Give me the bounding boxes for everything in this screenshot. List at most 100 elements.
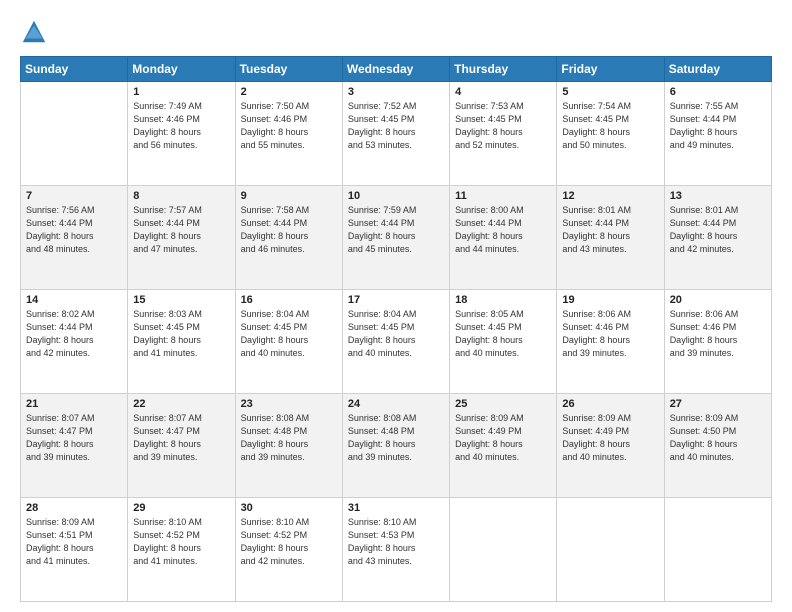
cell-line: and 39 minutes. bbox=[133, 451, 229, 464]
cell-line: and 43 minutes. bbox=[562, 243, 658, 256]
cell-line: Sunrise: 8:08 AM bbox=[241, 412, 337, 425]
week-row-1: 7Sunrise: 7:56 AMSunset: 4:44 PMDaylight… bbox=[21, 186, 772, 290]
cell-line: Sunset: 4:46 PM bbox=[133, 113, 229, 126]
cell-line: and 40 minutes. bbox=[455, 451, 551, 464]
day-number: 26 bbox=[562, 398, 658, 410]
day-number: 9 bbox=[241, 190, 337, 202]
day-cell: 9Sunrise: 7:58 AMSunset: 4:44 PMDaylight… bbox=[235, 186, 342, 290]
cell-line: Daylight: 8 hours bbox=[455, 334, 551, 347]
day-cell bbox=[557, 498, 664, 602]
day-cell: 26Sunrise: 8:09 AMSunset: 4:49 PMDayligh… bbox=[557, 394, 664, 498]
cell-line: Sunrise: 8:06 AM bbox=[670, 308, 766, 321]
cell-line: Sunrise: 8:09 AM bbox=[670, 412, 766, 425]
cell-line: and 40 minutes. bbox=[348, 347, 444, 360]
cell-line: and 56 minutes. bbox=[133, 139, 229, 152]
cell-line: Daylight: 8 hours bbox=[133, 334, 229, 347]
cell-line: Daylight: 8 hours bbox=[562, 334, 658, 347]
page: SundayMondayTuesdayWednesdayThursdayFrid… bbox=[0, 0, 792, 612]
cell-line: Sunrise: 8:05 AM bbox=[455, 308, 551, 321]
cell-line: Daylight: 8 hours bbox=[133, 438, 229, 451]
day-cell: 3Sunrise: 7:52 AMSunset: 4:45 PMDaylight… bbox=[342, 82, 449, 186]
weekday-header-row: SundayMondayTuesdayWednesdayThursdayFrid… bbox=[21, 57, 772, 82]
day-cell: 11Sunrise: 8:00 AMSunset: 4:44 PMDayligh… bbox=[450, 186, 557, 290]
cell-line: and 41 minutes. bbox=[133, 347, 229, 360]
cell-line: and 55 minutes. bbox=[241, 139, 337, 152]
cell-line: Sunrise: 8:00 AM bbox=[455, 204, 551, 217]
cell-line: and 39 minutes. bbox=[562, 347, 658, 360]
cell-line: and 49 minutes. bbox=[670, 139, 766, 152]
cell-line: Sunrise: 7:58 AM bbox=[241, 204, 337, 217]
cell-line: Sunset: 4:44 PM bbox=[455, 217, 551, 230]
day-number: 15 bbox=[133, 294, 229, 306]
day-number: 6 bbox=[670, 86, 766, 98]
cell-line: and 53 minutes. bbox=[348, 139, 444, 152]
cell-line: Daylight: 8 hours bbox=[348, 230, 444, 243]
cell-line: Sunset: 4:44 PM bbox=[26, 321, 122, 334]
day-number: 2 bbox=[241, 86, 337, 98]
day-cell: 20Sunrise: 8:06 AMSunset: 4:46 PMDayligh… bbox=[664, 290, 771, 394]
cell-line: Daylight: 8 hours bbox=[133, 126, 229, 139]
cell-line: Sunrise: 8:01 AM bbox=[562, 204, 658, 217]
cell-line: Sunset: 4:49 PM bbox=[562, 425, 658, 438]
logo bbox=[20, 18, 52, 46]
cell-line: Daylight: 8 hours bbox=[455, 230, 551, 243]
cell-line: Sunrise: 8:06 AM bbox=[562, 308, 658, 321]
cell-line: and 41 minutes. bbox=[26, 555, 122, 568]
day-number: 19 bbox=[562, 294, 658, 306]
cell-line: Daylight: 8 hours bbox=[348, 542, 444, 555]
cell-line: Daylight: 8 hours bbox=[670, 230, 766, 243]
cell-line: Daylight: 8 hours bbox=[670, 126, 766, 139]
cell-line: Sunset: 4:52 PM bbox=[133, 529, 229, 542]
cell-line: Sunset: 4:44 PM bbox=[670, 113, 766, 126]
cell-line: and 43 minutes. bbox=[348, 555, 444, 568]
day-cell bbox=[450, 498, 557, 602]
cell-line: Daylight: 8 hours bbox=[26, 334, 122, 347]
cell-line: Sunset: 4:47 PM bbox=[26, 425, 122, 438]
cell-line: Daylight: 8 hours bbox=[562, 438, 658, 451]
cell-line: Daylight: 8 hours bbox=[133, 230, 229, 243]
cell-line: and 42 minutes. bbox=[241, 555, 337, 568]
day-cell: 5Sunrise: 7:54 AMSunset: 4:45 PMDaylight… bbox=[557, 82, 664, 186]
weekday-header-sunday: Sunday bbox=[21, 57, 128, 82]
cell-line: Sunset: 4:45 PM bbox=[348, 321, 444, 334]
cell-line: Sunset: 4:44 PM bbox=[670, 217, 766, 230]
cell-line: Sunrise: 7:54 AM bbox=[562, 100, 658, 113]
day-number: 17 bbox=[348, 294, 444, 306]
cell-line: Daylight: 8 hours bbox=[670, 438, 766, 451]
cell-line: and 40 minutes. bbox=[455, 347, 551, 360]
cell-line: Sunrise: 7:56 AM bbox=[26, 204, 122, 217]
cell-line: Sunrise: 8:09 AM bbox=[455, 412, 551, 425]
cell-line: Daylight: 8 hours bbox=[562, 126, 658, 139]
day-cell: 8Sunrise: 7:57 AMSunset: 4:44 PMDaylight… bbox=[128, 186, 235, 290]
day-number: 3 bbox=[348, 86, 444, 98]
cell-line: Sunset: 4:47 PM bbox=[133, 425, 229, 438]
day-cell: 30Sunrise: 8:10 AMSunset: 4:52 PMDayligh… bbox=[235, 498, 342, 602]
day-cell: 2Sunrise: 7:50 AMSunset: 4:46 PMDaylight… bbox=[235, 82, 342, 186]
cell-line: Daylight: 8 hours bbox=[133, 542, 229, 555]
day-number: 28 bbox=[26, 502, 122, 514]
cell-line: Sunrise: 7:49 AM bbox=[133, 100, 229, 113]
cell-line: and 41 minutes. bbox=[133, 555, 229, 568]
day-cell: 7Sunrise: 7:56 AMSunset: 4:44 PMDaylight… bbox=[21, 186, 128, 290]
cell-line: Sunrise: 8:03 AM bbox=[133, 308, 229, 321]
cell-line: Sunrise: 8:02 AM bbox=[26, 308, 122, 321]
day-cell: 19Sunrise: 8:06 AMSunset: 4:46 PMDayligh… bbox=[557, 290, 664, 394]
cell-line: Sunrise: 7:50 AM bbox=[241, 100, 337, 113]
day-cell: 10Sunrise: 7:59 AMSunset: 4:44 PMDayligh… bbox=[342, 186, 449, 290]
cell-line: Daylight: 8 hours bbox=[241, 438, 337, 451]
cell-line: Daylight: 8 hours bbox=[348, 334, 444, 347]
cell-line: Sunset: 4:45 PM bbox=[455, 321, 551, 334]
cell-line: Sunrise: 8:01 AM bbox=[670, 204, 766, 217]
cell-line: Sunset: 4:49 PM bbox=[455, 425, 551, 438]
cell-line: Daylight: 8 hours bbox=[26, 438, 122, 451]
cell-line: and 42 minutes. bbox=[26, 347, 122, 360]
day-number: 12 bbox=[562, 190, 658, 202]
day-cell: 27Sunrise: 8:09 AMSunset: 4:50 PMDayligh… bbox=[664, 394, 771, 498]
cell-line: Daylight: 8 hours bbox=[26, 542, 122, 555]
cell-line: Sunset: 4:45 PM bbox=[455, 113, 551, 126]
cell-line: Sunrise: 8:04 AM bbox=[348, 308, 444, 321]
cell-line: Sunset: 4:50 PM bbox=[670, 425, 766, 438]
cell-line: Sunset: 4:48 PM bbox=[241, 425, 337, 438]
cell-line: Sunrise: 8:10 AM bbox=[133, 516, 229, 529]
week-row-4: 28Sunrise: 8:09 AMSunset: 4:51 PMDayligh… bbox=[21, 498, 772, 602]
